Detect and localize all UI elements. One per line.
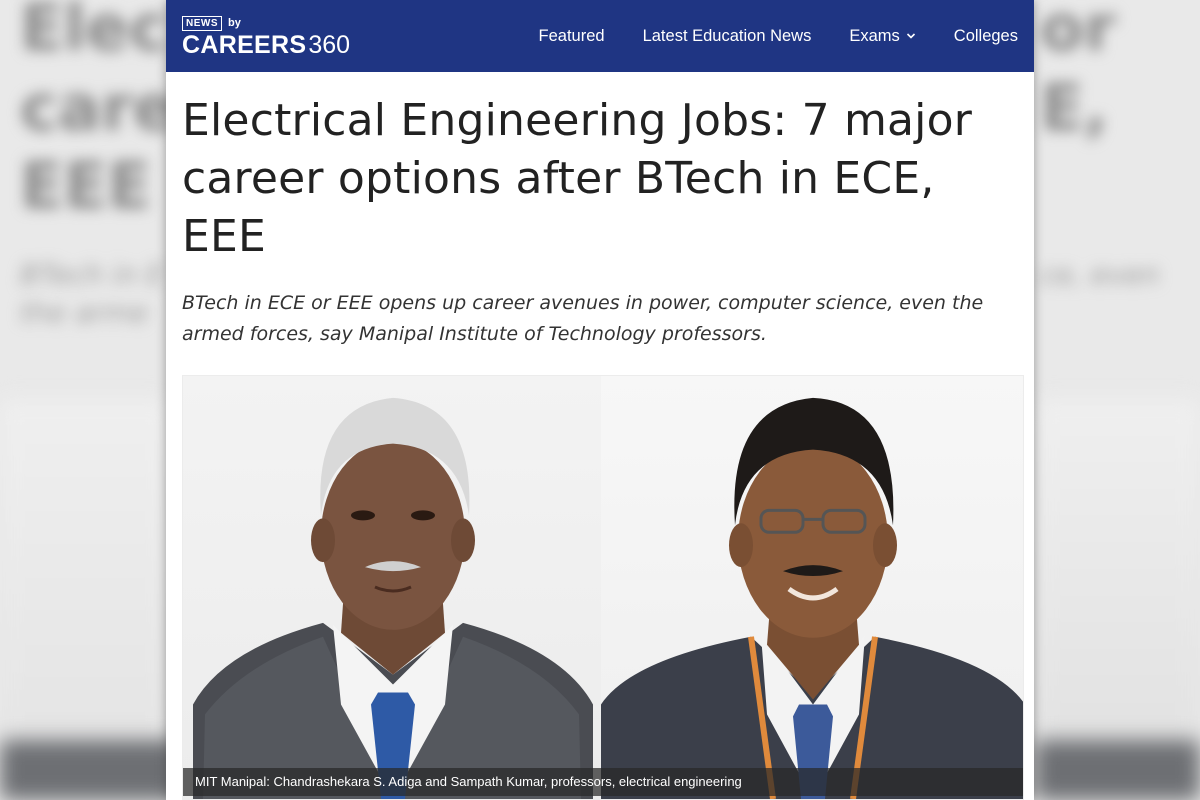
image-caption: MIT Manipal: Chandrashekara S. Adiga and… [183, 768, 1023, 796]
logo-careers: CAREERS [182, 30, 307, 59]
nav-label: Exams [849, 26, 900, 45]
chevron-down-icon [906, 33, 915, 39]
blurred-text: Elec [20, 0, 167, 66]
blurred-text: BTech in E [20, 258, 165, 291]
blurred-text: or [1040, 0, 1116, 66]
article-hero-image: MIT Manipal: Chandrashekara S. Adiga and… [182, 375, 1024, 800]
article-body: Electrical Engineering Jobs: 7 major car… [166, 92, 1034, 350]
nav-colleges[interactable]: Colleges [954, 27, 1018, 46]
blurred-text: EEE [20, 150, 152, 224]
blurred-text: ce, even [1040, 258, 1160, 291]
logo-tagline: NEWS by [182, 15, 350, 31]
logo-by: by [228, 17, 241, 29]
blurred-photo [1035, 740, 1200, 800]
nav-label: Latest Education News [642, 26, 812, 45]
nav-label: Featured [538, 26, 605, 45]
article-card: NEWS by CAREERS 360 Featured Latest Educ… [166, 0, 1034, 800]
site-navbar: NEWS by CAREERS 360 Featured Latest Educ… [166, 0, 1034, 72]
nav-exams[interactable]: Exams [849, 27, 915, 46]
nav-featured[interactable]: Featured [539, 27, 605, 46]
blurred-text: the arme [20, 296, 149, 329]
nav-latest-education-news[interactable]: Latest Education News [643, 27, 812, 46]
main-nav: Featured Latest Education News Exams Col… [539, 27, 1018, 46]
news-badge: NEWS [182, 15, 222, 31]
logo-360: 360 [308, 30, 351, 59]
logo-wordmark: CAREERS 360 [182, 30, 351, 59]
blurred-text: E, [1040, 72, 1109, 146]
blurred-photo [0, 740, 180, 800]
article-headline: Electrical Engineering Jobs: 7 major car… [182, 95, 973, 262]
site-logo[interactable]: NEWS by CAREERS 360 [182, 15, 351, 59]
article-subheading: BTech in ECE or EEE opens up career aven… [182, 292, 984, 345]
portrait-photo-left [183, 376, 601, 799]
blurred-text: care [20, 72, 177, 146]
person-illustration [193, 397, 593, 799]
portrait-photo-right [601, 376, 1023, 799]
nav-label: Colleges [953, 26, 1018, 45]
person-illustration [601, 397, 1023, 799]
